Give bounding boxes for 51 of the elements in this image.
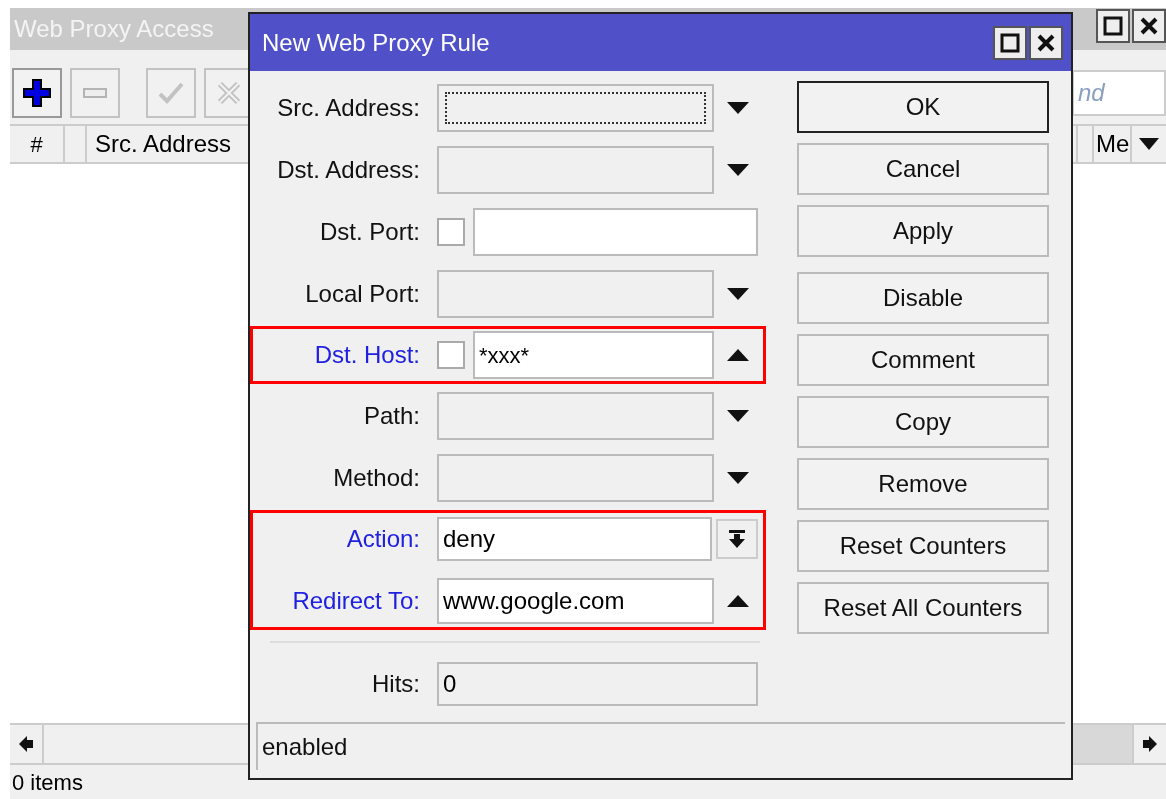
combo-field[interactable]	[437, 84, 714, 132]
field-label: Action:	[345, 524, 421, 554]
dialog-button[interactable]: Comment	[797, 334, 1049, 386]
dialog-button[interactable]: Reset All Counters	[797, 582, 1049, 634]
combo-field[interactable]	[437, 146, 714, 194]
combo-field[interactable]	[437, 454, 714, 502]
left-arrow-icon	[19, 736, 33, 752]
input-field[interactable]: www.google.com	[437, 578, 714, 624]
dialog-button[interactable]: Copy	[797, 396, 1049, 448]
maximize-icon	[1103, 16, 1123, 36]
close-button[interactable]	[1029, 25, 1063, 60]
dialog-button[interactable]: Cancel	[797, 143, 1049, 195]
dropdown-arrow-icon	[1139, 138, 1159, 150]
field-label: Dst. Host:	[313, 340, 421, 370]
dialog-title: New Web Proxy Rule	[262, 27, 490, 58]
combo-field[interactable]	[437, 270, 714, 318]
dialog-button[interactable]: Remove	[797, 458, 1049, 510]
status-text: 0 items	[12, 768, 83, 797]
right-arrow-icon	[1143, 736, 1157, 752]
checkbox[interactable]	[437, 341, 465, 369]
field-label: Path:	[362, 401, 421, 431]
maximize-button[interactable]	[1096, 9, 1130, 43]
plus-icon	[22, 78, 52, 108]
find-field[interactable]: nd	[1072, 70, 1166, 116]
input-field[interactable]: *xxx*	[473, 331, 714, 379]
field-label: Local Port:	[304, 279, 421, 309]
field-label: Method:	[332, 463, 421, 493]
dropdown-button[interactable]	[716, 519, 758, 559]
dialog-button[interactable]: Disable	[797, 272, 1049, 324]
input-field[interactable]	[473, 208, 758, 256]
field-label: Dst. Port:	[318, 217, 421, 247]
field-label: Hits:	[371, 669, 421, 699]
dialog-button[interactable]: Reset Counters	[797, 520, 1049, 572]
dialog-button[interactable]: OK	[797, 81, 1049, 133]
combo-field[interactable]	[437, 392, 714, 440]
dialog-button[interactable]: Apply	[797, 205, 1049, 257]
close-icon	[1139, 16, 1159, 36]
select-field[interactable]: deny	[437, 517, 712, 561]
list-arrow-icon	[727, 529, 747, 549]
readonly-field: 0	[437, 662, 758, 706]
column-header[interactable]: #	[10, 126, 65, 162]
field-label: Redirect To:	[291, 586, 421, 616]
checkbox[interactable]	[437, 218, 465, 246]
status-text: enabled	[262, 732, 348, 762]
close-icon	[1036, 32, 1056, 53]
maximize-button[interactable]	[993, 25, 1027, 60]
maximize-icon	[1000, 32, 1020, 53]
field-label: Src. Address:	[276, 93, 421, 123]
column-header[interactable]: Me	[1094, 126, 1132, 162]
add-button[interactable]	[12, 68, 62, 118]
close-button[interactable]	[1132, 9, 1166, 43]
